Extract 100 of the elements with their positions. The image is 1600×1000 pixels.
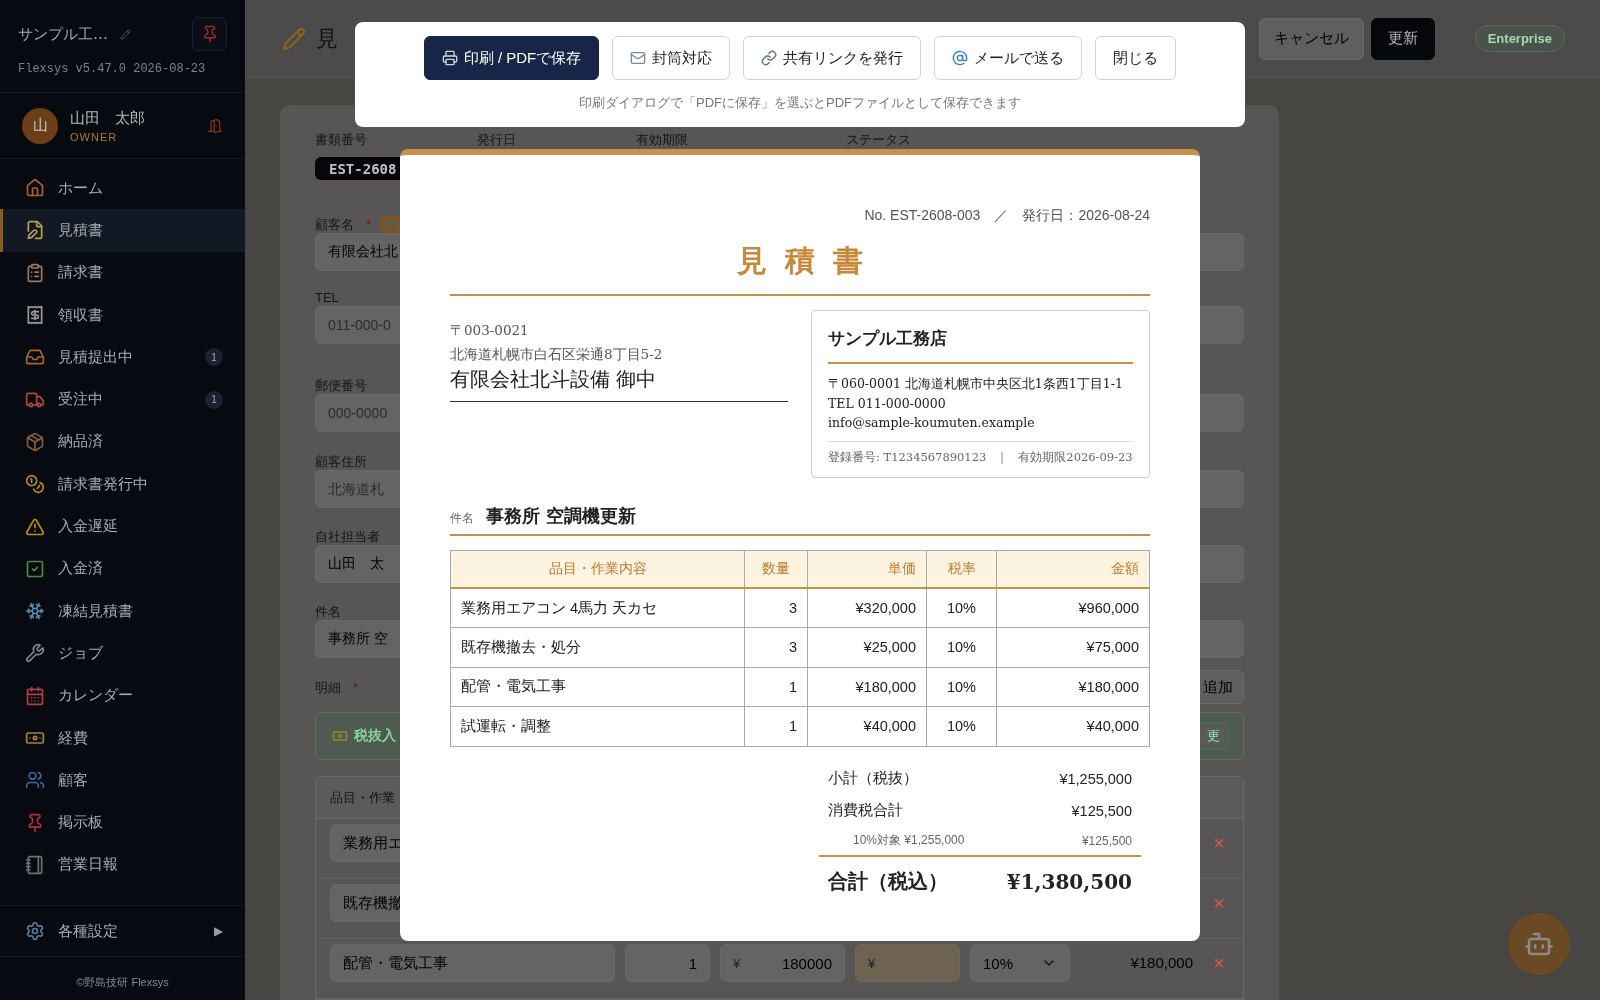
sidebar-item[interactable]: 見積書 bbox=[0, 209, 245, 252]
table-cell: ¥75,000 bbox=[996, 627, 1150, 667]
field-label: 自社担当者 bbox=[315, 528, 380, 545]
table-cell: ¥180,000 bbox=[807, 667, 927, 707]
toolbar-button[interactable]: 印刷 / PDFで保存 bbox=[423, 36, 600, 80]
sidebar-item[interactable]: 掲示板 bbox=[0, 801, 245, 844]
plan-badge: Enterprise bbox=[1474, 25, 1565, 52]
sidebar-item[interactable]: 入金済 bbox=[0, 547, 245, 590]
sidebar-item[interactable]: 営業日報 bbox=[0, 843, 245, 887]
recipient-address: 北海道札幌市白石区栄通8丁目5-2 bbox=[450, 345, 664, 364]
link-icon bbox=[761, 50, 778, 66]
copyright: ©野島技研 Flexsys bbox=[75, 975, 170, 990]
quantity-field[interactable]: 1 bbox=[625, 944, 710, 982]
column-header: 品目・作業 bbox=[330, 789, 395, 806]
user-role: OWNER bbox=[70, 130, 119, 143]
tax-mode-label: 税抜入 bbox=[354, 727, 396, 745]
sidebar-item[interactable]: カレンダー bbox=[0, 674, 245, 717]
total-label: 10%対象 ¥1,255,000 bbox=[853, 832, 965, 849]
sidebar-item[interactable]: 凍結見積書 bbox=[0, 589, 245, 633]
required-mark: * bbox=[353, 678, 359, 696]
banknote-icon bbox=[332, 728, 348, 744]
column-header: 金額 bbox=[996, 550, 1150, 588]
grand-total-label: 合計（税込） bbox=[828, 868, 948, 895]
field-label: TEL bbox=[315, 289, 339, 306]
table-cell: 1 bbox=[744, 667, 808, 707]
sidebar-item[interactable]: 顧客 bbox=[0, 759, 245, 802]
warning-icon bbox=[25, 516, 45, 537]
sidebar-item[interactable]: 受注中 1 bbox=[0, 378, 245, 421]
price-field[interactable]: ¥ 180000 bbox=[720, 944, 845, 982]
table-cell: 3 bbox=[744, 588, 808, 628]
total-value: ¥1,255,000 bbox=[1059, 770, 1132, 787]
wrench-icon bbox=[25, 643, 45, 664]
grand-total-value: ¥1,380,500 bbox=[1006, 869, 1132, 894]
sidebar-item[interactable]: 入金遅延 bbox=[0, 505, 245, 548]
toolbar-button[interactable]: 共有リンクを発行 bbox=[743, 36, 922, 80]
calendar-icon bbox=[25, 685, 45, 706]
tray-icon bbox=[25, 347, 45, 368]
table-cell: 試運転・調整 bbox=[450, 706, 745, 746]
checkbox-icon bbox=[25, 558, 45, 579]
settings-item[interactable]: 各種設定 ▶ bbox=[0, 905, 245, 957]
coins-icon bbox=[25, 474, 45, 495]
pin-button[interactable] bbox=[192, 17, 227, 51]
table-cell: 10% bbox=[926, 588, 997, 628]
table-cell: ¥25,000 bbox=[807, 627, 927, 667]
table-cell: 既存機撤去・処分 bbox=[450, 627, 745, 667]
gear-icon bbox=[25, 921, 45, 941]
expand-arrow: ▶ bbox=[214, 924, 223, 938]
receipt-icon bbox=[25, 305, 45, 326]
envelope-icon bbox=[630, 50, 647, 66]
package-icon bbox=[25, 431, 45, 452]
sidebar-item[interactable]: ホーム bbox=[0, 167, 245, 210]
sidebar-item[interactable]: 請求書発行中 bbox=[0, 463, 245, 506]
table-cell: 10% bbox=[926, 627, 997, 667]
tax-rate-select[interactable]: 10% bbox=[970, 944, 1070, 982]
issuer-address: 〒060-0001 北海道札幌市中央区北1条西1丁目1-1 bbox=[828, 375, 1124, 393]
house-icon bbox=[25, 178, 45, 199]
toolbar-button[interactable]: 封筒対応 bbox=[612, 36, 731, 80]
table-cell: 10% bbox=[926, 706, 997, 746]
table-cell: ¥180,000 bbox=[996, 667, 1150, 707]
issuer-email: info@sample-koumuten.example bbox=[828, 414, 1036, 432]
logout-icon[interactable] bbox=[207, 117, 223, 134]
users-icon bbox=[385, 219, 397, 230]
field-label: 書類番号 bbox=[315, 131, 368, 148]
brand-name: サンプル工… bbox=[18, 24, 108, 44]
pencil-icon[interactable] bbox=[120, 28, 131, 40]
total-value: ¥125,500 bbox=[1081, 833, 1132, 848]
table-cell: 3 bbox=[744, 627, 808, 667]
memo-icon bbox=[25, 220, 45, 241]
sidebar-item[interactable]: 領収書 bbox=[0, 293, 245, 337]
user-name: 山田 太郎 bbox=[70, 108, 146, 128]
total-label: 小計（税抜） bbox=[828, 769, 918, 788]
sidebar-item[interactable]: 納品済 bbox=[0, 420, 245, 464]
sidebar-item[interactable]: 請求書 bbox=[0, 251, 245, 294]
subject-value: 事務所 空調機更新 bbox=[486, 503, 637, 528]
total-value: ¥125,500 bbox=[1071, 802, 1132, 819]
column-header: 税率 bbox=[926, 550, 997, 588]
printer-icon bbox=[441, 50, 458, 66]
item-name-field[interactable]: 配管・電気工事 bbox=[330, 944, 615, 982]
column-header: 品目・作業内容 bbox=[450, 550, 745, 588]
sidebar-item[interactable]: 見積提出中 1 bbox=[0, 336, 245, 379]
total-label: 消費税合計 bbox=[828, 801, 903, 820]
issuer-phone: TEL 011-000-0000 bbox=[828, 394, 947, 413]
valid-until: 有効期限2026-09-23 bbox=[1018, 449, 1133, 465]
table-cell: 10% bbox=[926, 667, 997, 707]
field-label: 件名 bbox=[315, 603, 341, 620]
recipient-name: 有限会社北斗設備 御中 bbox=[450, 366, 788, 402]
update-button[interactable]: 更新 bbox=[1370, 17, 1435, 60]
subject-label: 件名 bbox=[450, 509, 474, 527]
postal-code: 〒003-0021 bbox=[450, 321, 530, 340]
field-label: 有効期限 bbox=[636, 131, 689, 148]
sidebar-item[interactable]: 経費 bbox=[0, 716, 245, 760]
email-icon bbox=[952, 50, 969, 66]
count-badge: 1 bbox=[205, 348, 223, 367]
issuer-name: サンプル工務店 bbox=[828, 327, 1133, 364]
toolbar-button[interactable]: メールで送る bbox=[934, 36, 1083, 80]
column-header: 単価 bbox=[807, 550, 927, 588]
table-cell: 業務用エアコン 4馬力 天カセ bbox=[450, 588, 745, 628]
snowflake-icon bbox=[25, 601, 45, 622]
toolbar-button[interactable]: 閉じる bbox=[1095, 36, 1177, 80]
sidebar-item[interactable]: ジョブ bbox=[0, 632, 245, 675]
